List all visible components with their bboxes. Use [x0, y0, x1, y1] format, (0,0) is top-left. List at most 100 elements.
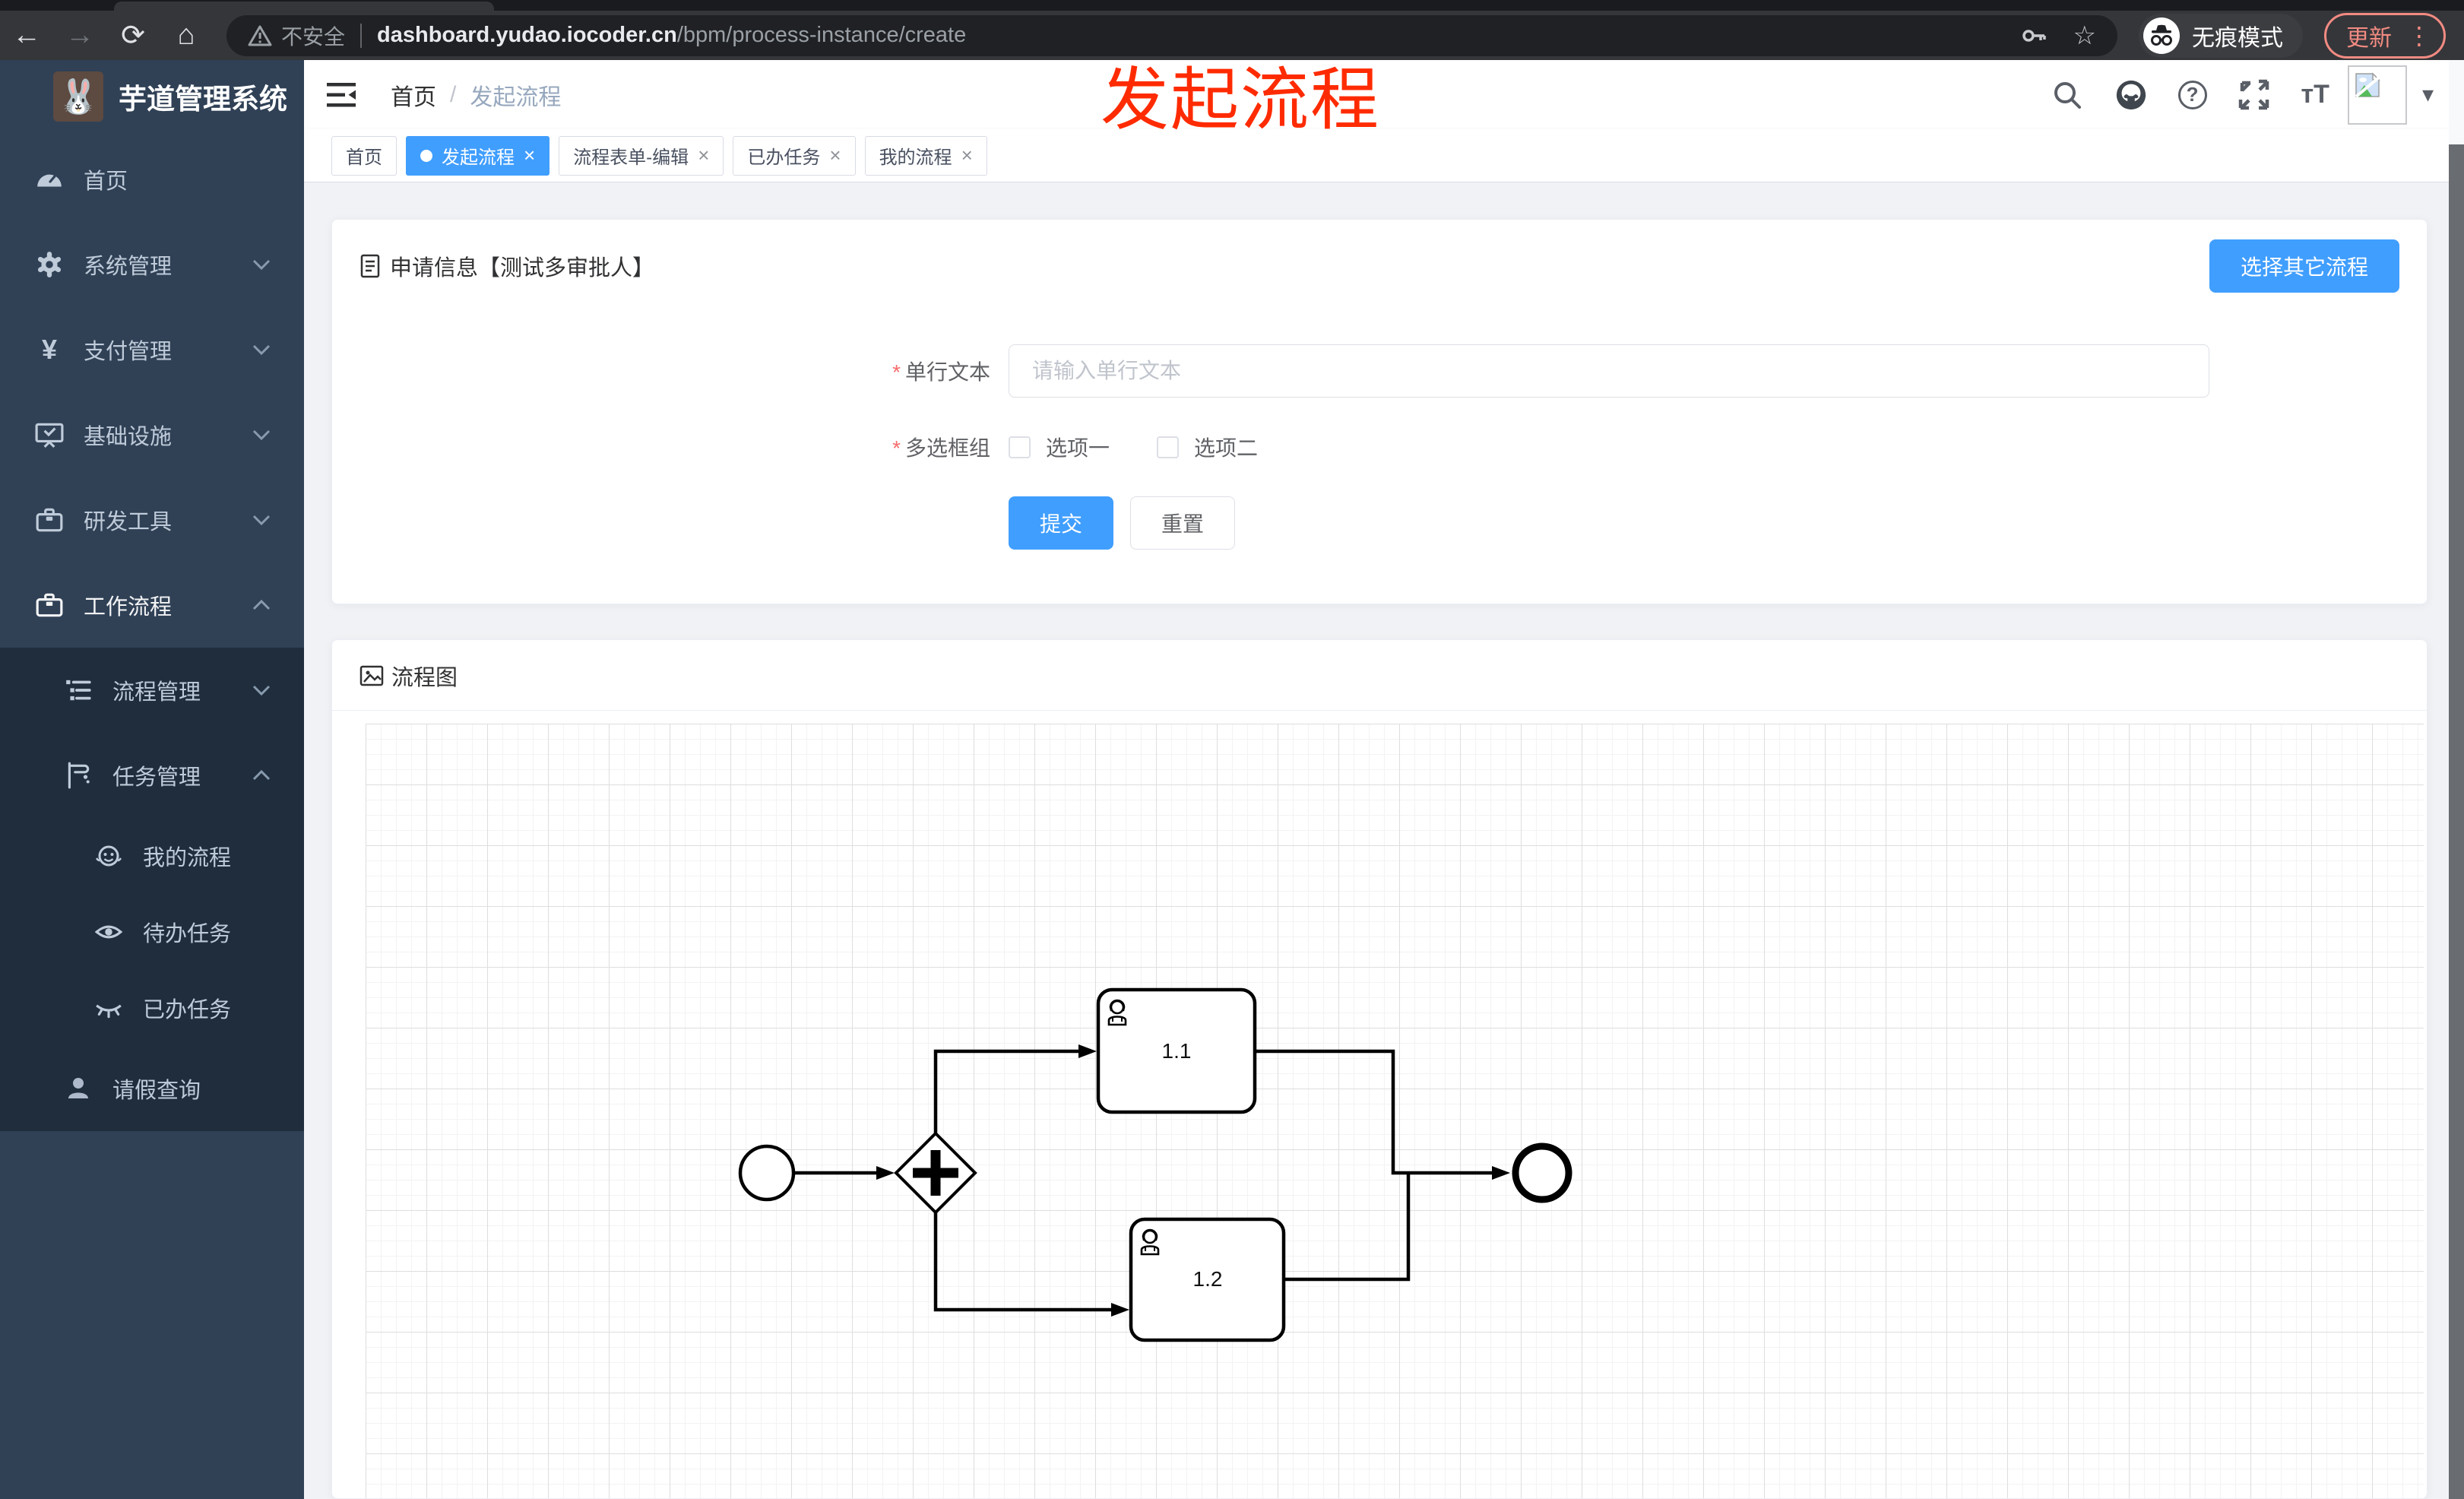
scrollbar-thumb[interactable]	[2449, 144, 2464, 1499]
font-size-icon[interactable]: тT	[2301, 80, 2329, 109]
sidebar-item-leave-query[interactable]: 请假查询	[0, 1046, 304, 1131]
user-task-1[interactable]: 1.1	[1096, 987, 1257, 1114]
browser-tab-strip	[0, 0, 2464, 11]
checkbox-group: 选项一 选项二	[1009, 432, 1258, 462]
sidebar-collapse-icon[interactable]	[327, 82, 357, 107]
sidebar-item-system[interactable]: 系统管理	[0, 222, 304, 307]
tag-label: 已办任务	[747, 147, 821, 168]
eye-open-icon	[94, 917, 123, 946]
sidebar-item-todo-tasks[interactable]: 待办任务	[0, 894, 304, 970]
sidebar-item-my-process[interactable]: 我的流程	[0, 818, 304, 894]
security-label: 不安全	[281, 24, 346, 49]
browser-menu-icon[interactable]: ⋮	[2407, 21, 2431, 50]
update-label: 更新	[2346, 25, 2392, 51]
submit-button[interactable]: 提交	[1009, 496, 1114, 550]
broken-image-icon	[2355, 71, 2380, 98]
close-icon[interactable]: ×	[524, 144, 535, 167]
picture-icon	[359, 664, 384, 687]
bpmn-canvas[interactable]: 1.1 1.2	[366, 724, 2424, 1498]
close-icon[interactable]: ×	[698, 144, 709, 167]
sidebar-item-workflow[interactable]: 工作流程	[0, 563, 304, 648]
close-icon[interactable]: ×	[961, 144, 973, 167]
eye-closed-icon	[94, 994, 123, 1022]
security-chip[interactable]: 不安全	[248, 21, 345, 51]
warning-icon	[248, 25, 272, 46]
toolbox-icon	[35, 505, 64, 534]
single-line-text-input[interactable]	[1009, 344, 2209, 398]
breadcrumb-home[interactable]: 首页	[391, 78, 436, 112]
github-icon[interactable]	[2114, 78, 2148, 112]
text-field-row: * 单行文本	[332, 344, 2427, 398]
chevron-down-icon	[252, 514, 271, 526]
sidebar: 🐰 芋道管理系统 首页 系统管理 ¥ 支付管理 基础设施 研发工具 工作流程 流…	[0, 60, 304, 1499]
checkbox-option-1[interactable]: 选项一	[1009, 432, 1110, 462]
breadcrumb-separator: /	[450, 81, 457, 107]
sidebar-item-process-mgmt[interactable]: 流程管理	[0, 648, 304, 733]
sidebar-item-label: 我的流程	[143, 846, 232, 870]
flag-icon	[64, 761, 93, 790]
process-form: *单行文本 *多选框组 选项一 选项二	[332, 344, 2427, 550]
sidebar-item-devtools[interactable]: 研发工具	[0, 477, 304, 563]
sidebar-item-payment[interactable]: ¥ 支付管理	[0, 307, 304, 392]
checkbox-box-icon[interactable]	[1157, 436, 1180, 458]
checkbox-option-2[interactable]: 选项二	[1157, 432, 1258, 462]
fullscreen-icon[interactable]	[2238, 78, 2271, 112]
parallel-gateway[interactable]	[894, 1131, 977, 1215]
text-field-label: * 单行文本	[892, 360, 990, 384]
monitor-icon	[35, 420, 64, 449]
chevron-up-icon	[252, 599, 271, 611]
document-icon	[359, 254, 382, 278]
form-actions-row: 提交 重置	[332, 496, 2427, 550]
sidebar-item-label: 流程管理	[112, 680, 201, 705]
task-label: 1.2	[1193, 1267, 1223, 1291]
omnibox-divider	[360, 23, 363, 48]
page-content: 申请信息【测试多审批人】 选择其它流程 *单行文本 *多选框组	[304, 182, 2464, 1499]
back-button[interactable]: ←	[0, 14, 53, 57]
help-icon[interactable]: ?	[2177, 80, 2207, 109]
home-button[interactable]: ⌂	[160, 14, 213, 57]
screen: ← → ⟳ ⌂ 不安全 dashboard.yudao.iocoder.cn/b…	[0, 0, 2464, 1499]
tag-done-tasks[interactable]: 已办任务 ×	[733, 135, 856, 176]
sidebar-item-label: 支付管理	[84, 340, 173, 364]
sidebar-item-label: 系统管理	[84, 255, 173, 279]
checkbox-box-icon[interactable]	[1009, 436, 1031, 458]
flow-diagram-title: 流程图	[391, 666, 458, 690]
password-key-icon[interactable]	[2020, 22, 2048, 49]
reload-button[interactable]: ⟳	[106, 14, 160, 57]
select-other-process-button[interactable]: 选择其它流程	[2209, 239, 2399, 293]
tag-create-process[interactable]: 发起流程 ×	[406, 135, 550, 176]
chevron-down-icon	[252, 684, 271, 696]
user-task-2[interactable]: 1.2	[1129, 1217, 1286, 1342]
incognito-label: 无痕模式	[2192, 25, 2283, 51]
start-event[interactable]	[738, 1144, 796, 1202]
chrome-update-button[interactable]: 更新 ⋮	[2324, 12, 2446, 59]
tag-form-edit[interactable]: 流程表单-编辑 ×	[559, 135, 724, 176]
tag-my-process[interactable]: 我的流程 ×	[864, 135, 987, 176]
sidebar-item-infra[interactable]: 基础设施	[0, 392, 304, 477]
apply-info-header: 申请信息【测试多审批人】 选择其它流程	[332, 220, 2427, 309]
chevron-down-icon	[252, 258, 271, 271]
active-dot-icon	[420, 149, 432, 162]
bookmark-star-icon[interactable]: ☆	[2073, 21, 2096, 51]
avatar-dropdown-caret-icon[interactable]: ▾	[2422, 81, 2434, 108]
sidebar-item-home[interactable]: 首页	[0, 137, 304, 222]
app-logo-row[interactable]: 🐰 芋道管理系统	[0, 60, 304, 133]
reset-button[interactable]: 重置	[1130, 496, 1236, 550]
browser-active-tab[interactable]	[114, 2, 494, 11]
required-mark: *	[892, 360, 901, 384]
apply-info-title: 申请信息【测试多审批人】	[390, 256, 655, 280]
breadcrumb-current: 发起流程	[470, 84, 562, 110]
annotation-overlay: 发起流程	[1101, 62, 1380, 138]
forward-button[interactable]: →	[53, 14, 106, 57]
sidebar-item-done-tasks[interactable]: 已办任务	[0, 970, 304, 1046]
header-actions: ? тT	[2051, 78, 2329, 112]
gear-icon	[35, 250, 64, 279]
face-icon	[94, 841, 123, 870]
end-event[interactable]	[1512, 1142, 1572, 1203]
tag-home[interactable]: 首页	[331, 135, 397, 176]
avatar[interactable]	[2347, 65, 2407, 125]
close-icon[interactable]: ×	[829, 144, 841, 167]
checkbox-field-label: * 多选框组	[892, 436, 990, 460]
search-icon[interactable]	[2051, 78, 2084, 112]
sidebar-item-task-mgmt[interactable]: 任务管理	[0, 733, 304, 818]
